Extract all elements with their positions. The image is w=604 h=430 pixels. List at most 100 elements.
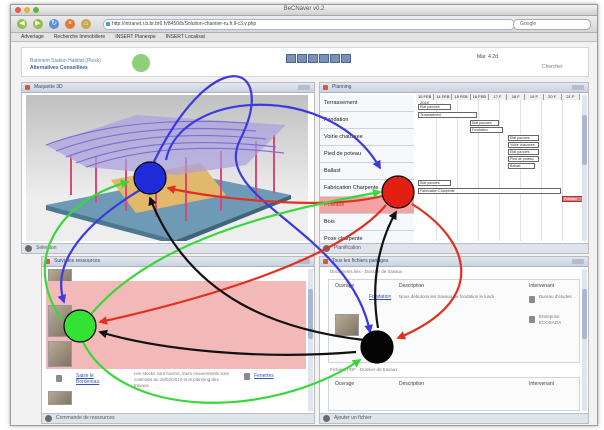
bookmark-item[interactable]: INSERT Localisat — [166, 33, 205, 41]
planning-panel: Planning 10 FEB 2010 14 FEB 15 FEB 16 FE… — [319, 82, 589, 254]
site-favicon-icon — [106, 22, 110, 26]
app-toolbar-icons — [286, 54, 351, 63]
task-row[interactable]: Pied de poteau — [320, 146, 414, 163]
panel-controls-icon[interactable] — [572, 85, 584, 90]
gantt-bar-selected[interactable]: Poteaux — [562, 196, 583, 202]
task-row[interactable]: Terrassement — [320, 95, 414, 112]
grid-icon[interactable] — [341, 54, 351, 63]
panel-controls-icon[interactable] — [572, 259, 584, 264]
3d-viewport[interactable] — [26, 95, 308, 241]
panel-controls-icon[interactable] — [298, 85, 310, 90]
info-icon[interactable] — [45, 415, 52, 422]
panel-controls-icon[interactable] — [298, 259, 310, 264]
reload-icon[interactable]: ↻ — [49, 19, 59, 29]
resource-thumbnail[interactable] — [48, 305, 72, 337]
task-row[interactable]: Fondation — [320, 112, 414, 129]
3d-model-render — [45, 115, 291, 241]
documents-subheader: Documents liés - Dossier de travaux — [330, 269, 403, 274]
forward-icon[interactable]: ▶ — [33, 19, 43, 29]
date-display: Mar. 4 2d — [477, 54, 498, 60]
documents-subheader: Fichiers PDF - Dossier de travaux — [330, 367, 398, 372]
stop-icon[interactable]: × — [65, 19, 75, 29]
scrollbar-thumb[interactable] — [308, 289, 313, 339]
gantt-bar[interactable]: Etat pavures — [508, 149, 539, 155]
selected-resource-area[interactable] — [46, 281, 306, 369]
resource-link[interactable]: Saisir le Bordereau — [76, 373, 100, 385]
gantt-bar[interactable]: Fabrication Charpente — [418, 188, 561, 194]
info-icon[interactable] — [25, 245, 32, 252]
document-intervenant: Entreprise ECOSAGA — [539, 314, 562, 325]
document-thumbnail[interactable] — [335, 314, 359, 336]
app-header: Batiment Station Habitat (Plesk) Alterna… — [21, 47, 589, 77]
bookmark-item[interactable]: INSERT Planexpe — [115, 33, 155, 41]
scrollbar-thumb[interactable] — [582, 289, 587, 339]
document-link[interactable]: Fondation — [369, 294, 391, 300]
gantt-bar[interactable]: Etat pavures — [508, 135, 539, 141]
person-icon — [529, 316, 535, 323]
panel-icon — [323, 259, 328, 264]
planning-panel-header: Planning — [320, 83, 588, 93]
gantt-bar[interactable]: Ballast — [508, 163, 535, 169]
task-row[interactable]: Bois — [320, 214, 414, 231]
gantt-bar[interactable]: Terrassement — [418, 112, 477, 118]
column-header: Ouvrage — [335, 283, 355, 289]
panel-icon — [45, 259, 50, 264]
app-search-button[interactable]: Chercher — [542, 64, 563, 70]
task-row[interactable]: Fabrication Charpente — [320, 180, 414, 197]
back-icon[interactable]: ◀ — [17, 19, 27, 29]
bookmarks-bar: Advertage Recherche Immobiliere INSERT P… — [11, 33, 597, 42]
bookmark-item[interactable]: Recherche Immobiliere — [54, 33, 105, 41]
gantt-bar[interactable]: Etat pavures — [418, 104, 451, 110]
bookmark-item[interactable]: Advertage — [21, 33, 44, 41]
planning-panel-footer: Planification — [320, 243, 588, 253]
documents-panel-header: Tous les fichiers partages — [320, 257, 588, 267]
grid-icon[interactable] — [297, 54, 307, 63]
grid-icon[interactable] — [330, 54, 340, 63]
planning-scrollbar[interactable] — [582, 95, 587, 241]
brand-line-2[interactable]: Alternatives Conseillées — [30, 65, 88, 71]
documents-panel-footer: Ajouter un fichier — [320, 413, 588, 423]
documents-table-2: Ouvrage Description Intervenant — [328, 377, 580, 411]
document-icon — [56, 375, 62, 382]
documents-panel-title: Tous les fichiers partages — [332, 258, 389, 264]
info-icon[interactable] — [323, 245, 330, 252]
resource-thumbnail[interactable] — [48, 341, 72, 367]
gantt-bar[interactable]: Fondation — [470, 127, 503, 133]
home-icon[interactable]: ⌂ — [81, 19, 91, 29]
brand-logo-icon — [132, 54, 150, 72]
grid-icon[interactable] — [319, 54, 329, 63]
resources-panel: Suivi des ressources Saisir le Bordereau… — [41, 256, 315, 424]
planning-panel-title: Planning — [332, 84, 352, 90]
task-row-selected[interactable]: Poteaux — [320, 197, 414, 214]
gantt-bar[interactable]: Voirie chaussee — [508, 142, 539, 148]
scrollbar-thumb[interactable] — [582, 115, 587, 165]
browser-toolbar: ◀ ▶ ↻ × ⌂ http://intranet.r.b.br.br6.h/8… — [11, 16, 597, 33]
gantt-bar[interactable]: Etat pavures — [418, 180, 451, 186]
documents-scrollbar[interactable] — [582, 269, 587, 411]
resource-link[interactable]: Fenetres — [254, 373, 304, 379]
grid-icon[interactable] — [286, 54, 296, 63]
gantt-chart: Etat pavures Terrassement Etat pavures F… — [416, 100, 583, 241]
gantt-bar[interactable]: Pied de poteau — [508, 156, 539, 162]
document-intervenant: Bureau d'etudes — [539, 294, 572, 299]
documents-table: Ouvrage Description Intervenant Fondatio… — [328, 279, 580, 363]
browser-window: BeCNaver v0.2 ◀ ▶ ↻ × ⌂ http://intranet.… — [10, 4, 598, 426]
grid-icon[interactable] — [308, 54, 318, 63]
gantt-bar[interactable]: Etat pavures — [470, 120, 499, 126]
resources-footer-label[interactable]: Commande de ressources — [56, 415, 115, 421]
task-row[interactable]: Voirie chaussee — [320, 129, 414, 146]
planning-footer-label[interactable]: Planification — [334, 245, 361, 251]
model-footer-label[interactable]: Selection — [36, 245, 57, 251]
column-header: Ouvrage — [335, 381, 355, 387]
resources-panel-header: Suivi des ressources — [42, 257, 314, 267]
resource-thumbnail[interactable] — [48, 391, 72, 405]
column-header: Description — [399, 283, 425, 289]
panel-icon — [25, 85, 30, 90]
address-bar[interactable]: http://intranet.r.b.br.br6.h/8450/b/Solu… — [103, 19, 515, 30]
info-icon[interactable] — [323, 415, 330, 422]
search-input[interactable]: Google — [513, 19, 591, 30]
task-row[interactable]: Ballast — [320, 163, 414, 180]
resources-scrollbar[interactable] — [308, 269, 313, 411]
documents-footer-label[interactable]: Ajouter un fichier — [334, 415, 372, 421]
documents-panel: Tous les fichiers partages Documents lié… — [319, 256, 589, 424]
